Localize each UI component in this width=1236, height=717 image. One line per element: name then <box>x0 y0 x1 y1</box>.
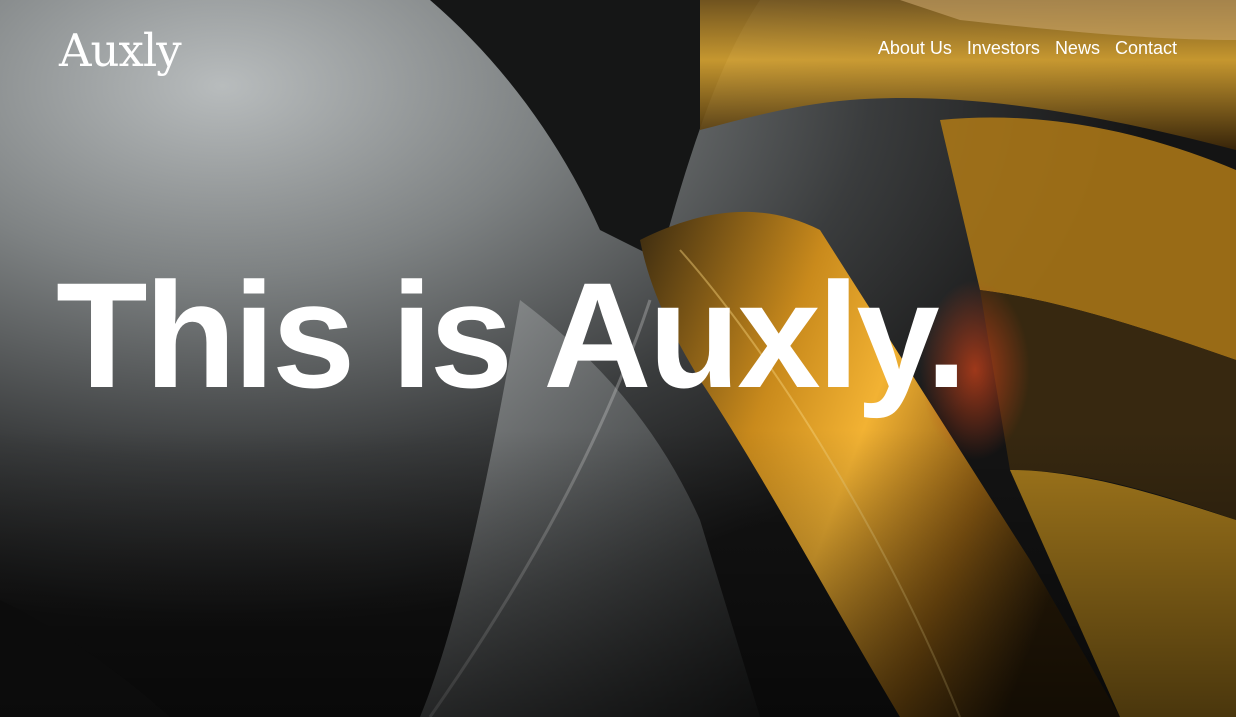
nav-link-contact[interactable]: Contact <box>1115 38 1177 58</box>
hero-headline: This is Auxly. <box>56 251 967 419</box>
nav-item-contact: Contact <box>1115 34 1177 62</box>
nav-link-news[interactable]: News <box>1055 38 1100 58</box>
nav-link-about-us[interactable]: About Us <box>878 38 952 58</box>
main-navigation: About Us Investors News Contact <box>878 34 1177 62</box>
nav-item-news: News <box>1055 34 1100 62</box>
hero-section: Auxly About Us Investors News Contact Th… <box>0 0 1236 717</box>
auxly-logo[interactable]: Auxly <box>59 24 182 78</box>
nav-item-about-us: About Us <box>878 34 952 62</box>
nav-item-investors: Investors <box>967 34 1040 62</box>
nav-link-investors[interactable]: Investors <box>967 38 1040 58</box>
